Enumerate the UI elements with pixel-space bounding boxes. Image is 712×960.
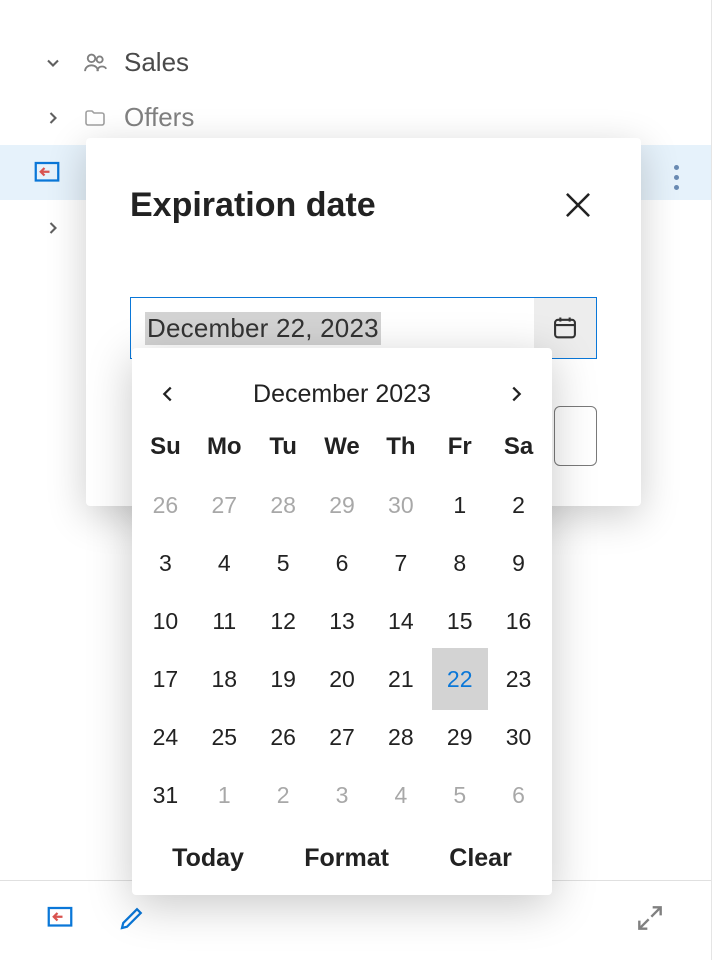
sidebar-item-label: Sales bbox=[124, 47, 189, 78]
sidebar-item-offers[interactable]: Offers bbox=[0, 90, 711, 145]
day-of-week-header: Su bbox=[136, 418, 195, 476]
day-of-week-header: Mo bbox=[195, 418, 254, 476]
calendar-day[interactable]: 30 bbox=[371, 476, 430, 534]
day-of-week-header: Fr bbox=[430, 418, 489, 476]
month-label[interactable]: December 2023 bbox=[253, 380, 431, 409]
calendar-day[interactable]: 4 bbox=[371, 766, 430, 824]
row-more-button[interactable] bbox=[656, 150, 696, 205]
modal-title: Expiration date bbox=[130, 186, 376, 225]
calendar-day[interactable]: 2 bbox=[254, 766, 313, 824]
day-of-week-header: We bbox=[313, 418, 372, 476]
modal-action-button[interactable] bbox=[554, 406, 597, 466]
format-button[interactable]: Format bbox=[304, 844, 389, 873]
calendar-day[interactable]: 13 bbox=[313, 592, 372, 650]
calendar-day[interactable]: 2 bbox=[489, 476, 548, 534]
calendar-day[interactable]: 7 bbox=[371, 534, 430, 592]
calendar-popup: December 2023 SuMoTuWeThFrSa262728293012… bbox=[132, 348, 552, 895]
chevron-right-icon bbox=[40, 108, 66, 128]
calendar-day[interactable]: 25 bbox=[195, 708, 254, 766]
day-of-week-header: Tu bbox=[254, 418, 313, 476]
calendar-day[interactable]: 28 bbox=[371, 708, 430, 766]
calendar-day[interactable]: 16 bbox=[489, 592, 548, 650]
calendar-day[interactable]: 1 bbox=[430, 476, 489, 534]
calendar-day[interactable]: 12 bbox=[254, 592, 313, 650]
day-of-week-header: Th bbox=[371, 418, 430, 476]
calendar-day[interactable]: 8 bbox=[430, 534, 489, 592]
calendar-day[interactable]: 17 bbox=[136, 650, 195, 708]
calendar-day[interactable]: 3 bbox=[313, 766, 372, 824]
clear-button[interactable]: Clear bbox=[449, 844, 512, 873]
next-month-button[interactable] bbox=[498, 376, 534, 412]
calendar-day[interactable]: 14 bbox=[371, 592, 430, 650]
date-value: December 22, 2023 bbox=[145, 312, 381, 345]
folder-icon bbox=[80, 106, 110, 130]
inbound-icon[interactable] bbox=[45, 903, 75, 938]
calendar-day[interactable]: 11 bbox=[195, 592, 254, 650]
calendar-day[interactable]: 6 bbox=[489, 766, 548, 824]
today-button[interactable]: Today bbox=[172, 844, 244, 873]
calendar-day[interactable]: 28 bbox=[254, 476, 313, 534]
calendar-day[interactable]: 3 bbox=[136, 534, 195, 592]
calendar-day[interactable]: 1 bbox=[195, 766, 254, 824]
calendar-grid: SuMoTuWeThFrSa26272829301234567891011121… bbox=[132, 418, 552, 824]
calendar-day[interactable]: 26 bbox=[136, 476, 195, 534]
calendar-day[interactable]: 15 bbox=[430, 592, 489, 650]
calendar-day[interactable]: 22 bbox=[430, 650, 489, 708]
calendar-day[interactable]: 5 bbox=[254, 534, 313, 592]
calendar-day[interactable]: 6 bbox=[313, 534, 372, 592]
inbound-icon bbox=[32, 158, 62, 188]
calendar-day[interactable]: 26 bbox=[254, 708, 313, 766]
calendar-day[interactable]: 27 bbox=[195, 476, 254, 534]
team-icon bbox=[80, 49, 110, 77]
chevron-right-icon bbox=[40, 218, 66, 238]
close-button[interactable] bbox=[559, 186, 597, 224]
sidebar-item-sales[interactable]: Sales bbox=[0, 35, 711, 90]
calendar-day[interactable]: 20 bbox=[313, 650, 372, 708]
edit-icon[interactable] bbox=[117, 903, 147, 938]
calendar-day[interactable]: 27 bbox=[313, 708, 372, 766]
calendar-day[interactable]: 4 bbox=[195, 534, 254, 592]
calendar-day[interactable]: 18 bbox=[195, 650, 254, 708]
chevron-down-icon bbox=[40, 53, 66, 73]
day-of-week-header: Sa bbox=[489, 418, 548, 476]
calendar-day[interactable]: 31 bbox=[136, 766, 195, 824]
calendar-day[interactable]: 5 bbox=[430, 766, 489, 824]
prev-month-button[interactable] bbox=[150, 376, 186, 412]
sidebar-item-label: Offers bbox=[124, 102, 194, 133]
calendar-day[interactable]: 29 bbox=[430, 708, 489, 766]
calendar-day[interactable]: 9 bbox=[489, 534, 548, 592]
expand-icon[interactable] bbox=[634, 902, 666, 939]
calendar-day[interactable]: 21 bbox=[371, 650, 430, 708]
calendar-day[interactable]: 24 bbox=[136, 708, 195, 766]
calendar-day[interactable]: 10 bbox=[136, 592, 195, 650]
calendar-day[interactable]: 29 bbox=[313, 476, 372, 534]
calendar-day[interactable]: 30 bbox=[489, 708, 548, 766]
calendar-day[interactable]: 23 bbox=[489, 650, 548, 708]
calendar-day[interactable]: 19 bbox=[254, 650, 313, 708]
